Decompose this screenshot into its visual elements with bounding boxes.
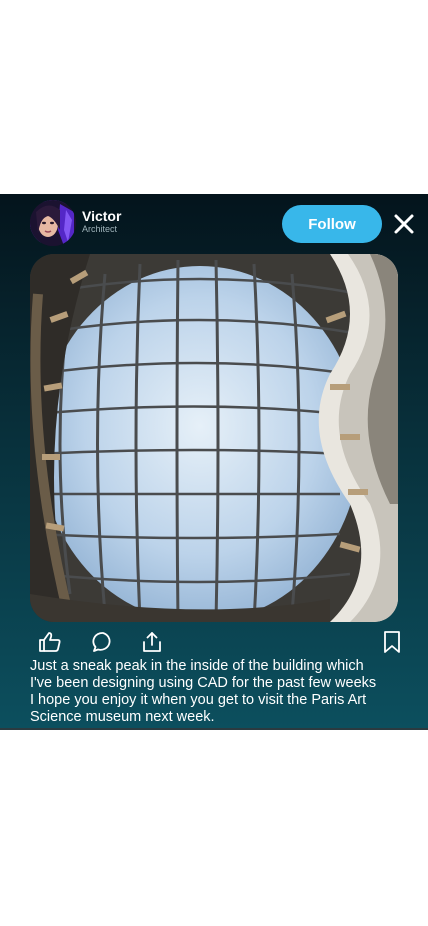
comment-bubble-icon[interactable] [91,630,115,654]
caption-line: I've been designing using CAD for the pa… [30,675,377,691]
post-image[interactable] [30,254,398,622]
thumbs-up-icon[interactable] [38,630,62,654]
close-icon[interactable] [392,212,416,236]
user-role: Architect [82,224,118,234]
avatar[interactable] [30,200,76,246]
post-card: Victor Architect Follow Just a sneak pea… [0,194,428,730]
bookmark-icon[interactable] [380,630,404,654]
user-name[interactable]: Victor [82,208,121,224]
post-caption: Just a sneak peak in the inside of the b… [30,658,410,726]
caption-line: I hope you enjoy it when you get to visi… [30,692,367,708]
caption-line: Science museum next week. [30,709,215,725]
caption-line: Just a sneak peak in the inside of the b… [30,658,364,674]
follow-button[interactable]: Follow [282,205,382,243]
share-icon[interactable] [140,630,164,654]
